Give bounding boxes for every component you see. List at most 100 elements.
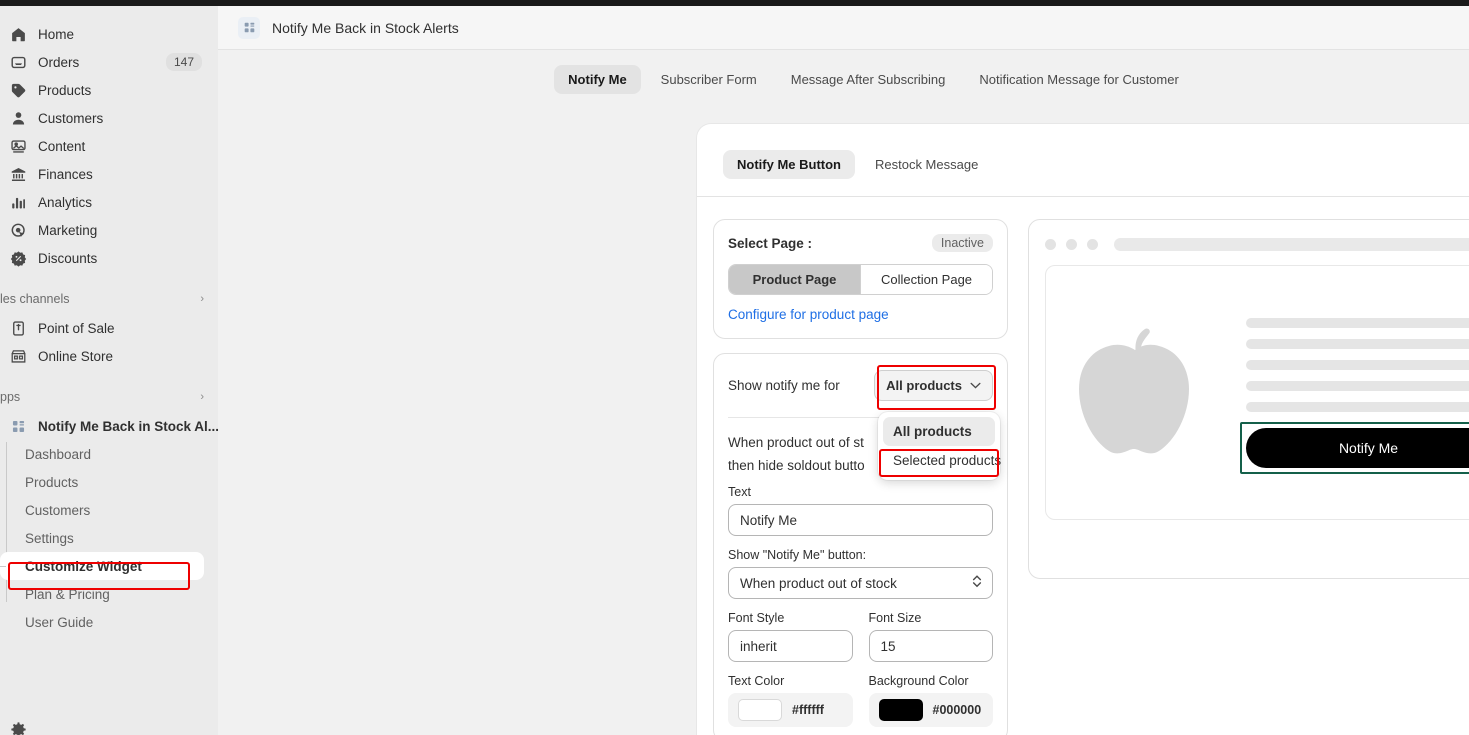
font-row: Font Style Font Size xyxy=(728,611,993,663)
skeleton-line xyxy=(1246,359,1469,370)
dropdown-value: All products xyxy=(886,378,962,393)
text-color-field[interactable]: #ffffff xyxy=(728,693,853,728)
chevron-right-icon: › xyxy=(200,293,204,305)
sidebar-item-content[interactable]: Content xyxy=(0,132,210,160)
subtab-notify-me-button[interactable]: Notify Me Button xyxy=(723,150,855,179)
configure-product-page-link[interactable]: Configure for product page xyxy=(728,307,993,322)
text-field-group: Text xyxy=(728,485,993,537)
sidebar-item-discounts[interactable]: Discounts xyxy=(0,244,210,272)
preview-product-page: Notify Me xyxy=(1045,265,1469,520)
main-content: Notify Me Back in Stock Alerts Notify Me… xyxy=(218,6,1469,735)
sidebar-item-label: Analytics xyxy=(38,194,93,210)
subtab-restock-message[interactable]: Restock Message xyxy=(861,150,992,179)
online-store-icon xyxy=(8,346,28,366)
sidebar-item-app-settings[interactable]: Settings xyxy=(0,524,204,552)
show-button-select[interactable] xyxy=(728,567,993,600)
sidebar-item-point-of-sale[interactable]: Point of Sale xyxy=(0,314,210,342)
sidebar-item-plan-pricing[interactable]: Plan & Pricing xyxy=(0,580,204,608)
font-size-input[interactable] xyxy=(868,630,993,663)
chevron-down-icon xyxy=(970,380,981,392)
gear-icon xyxy=(8,719,28,735)
sidebar-item-settings-partial[interactable] xyxy=(8,715,38,735)
apple-icon xyxy=(1064,321,1206,464)
sidebar-item-dashboard[interactable]: Dashboard xyxy=(0,440,204,468)
text-color-label: Text Color xyxy=(728,674,785,689)
sidebar-item-label: Products xyxy=(38,82,92,98)
browser-url-bar-mock xyxy=(1114,238,1469,251)
browser-dot-icon xyxy=(1045,239,1056,250)
sidebar-item-label: Finances xyxy=(38,166,93,182)
font-style-label: Font Style xyxy=(728,611,785,626)
text-field-label: Text xyxy=(728,485,751,500)
app-logo-icon xyxy=(238,16,260,39)
sidebar-item-products[interactable]: Products xyxy=(0,76,210,104)
card-body: Select Page : Inactive Product Page Coll… xyxy=(697,197,1469,735)
point-of-sale-icon xyxy=(8,318,28,338)
background-color-swatch[interactable] xyxy=(878,699,923,722)
page-type-segmented-control: Product Page Collection Page xyxy=(728,264,993,295)
sidebar-item-user-guide[interactable]: User Guide xyxy=(0,608,204,636)
sidebar-item-label: Orders xyxy=(38,54,80,70)
show-button-label: Show "Notify Me" button: xyxy=(728,548,867,563)
sidebar-app-submenu: Dashboard Products Customers Settings Cu… xyxy=(0,440,218,636)
sidebar-item-label: Content xyxy=(38,138,86,154)
browser-chrome-mock xyxy=(1045,238,1469,251)
font-size-group: Font Size xyxy=(868,611,993,663)
sidebar-item-label: Customers xyxy=(38,110,104,126)
page-title: Notify Me Back in Stock Alerts xyxy=(272,19,459,36)
select-page-header: Select Page : Inactive xyxy=(728,234,993,252)
background-color-label: Background Color xyxy=(868,674,969,689)
preview-notify-me-button[interactable]: Notify Me xyxy=(1246,427,1469,468)
sidebar-item-notify-me-app[interactable]: Notify Me Back in Stock Al... xyxy=(0,412,218,440)
sidebar-item-label: Marketing xyxy=(38,222,98,238)
product-info-skeleton: Notify Me xyxy=(1240,317,1469,474)
segment-collection-page[interactable]: Collection Page xyxy=(860,265,992,294)
app-icon xyxy=(8,416,28,436)
text-input[interactable] xyxy=(728,504,993,537)
sidebar-item-online-store[interactable]: Online Store xyxy=(0,342,210,370)
font-style-group: Font Style xyxy=(728,611,853,663)
product-image-placeholder xyxy=(1064,321,1206,464)
background-color-field[interactable]: #000000 xyxy=(868,693,993,728)
sidebar-item-label: Notify Me Back in Stock Al... xyxy=(38,418,218,434)
sidebar-item-customers[interactable]: Customers xyxy=(0,104,210,132)
sidebar-item-label: Settings xyxy=(25,530,74,546)
app-root: Home Orders 147 Products Customers Conte… xyxy=(0,0,1469,735)
bar-chart-icon xyxy=(8,192,28,212)
select-page-panel: Select Page : Inactive Product Page Coll… xyxy=(713,219,1008,339)
font-style-input[interactable] xyxy=(728,630,853,663)
tab-message-after-subscribing[interactable]: Message After Subscribing xyxy=(777,65,960,94)
sidebar-item-customize-widget[interactable]: Customize Widget xyxy=(0,552,204,580)
popover-option-all-products[interactable]: All products xyxy=(883,417,995,446)
tab-subscriber-form[interactable]: Subscriber Form xyxy=(647,65,771,94)
sidebar-item-app-products[interactable]: Products xyxy=(0,468,204,496)
tag-icon xyxy=(8,80,28,100)
background-color-value: #000000 xyxy=(932,703,982,718)
widget-preview: Notify Me xyxy=(1028,219,1469,579)
text-color-group: Text Color #ffffff xyxy=(728,674,853,728)
sidebar-item-marketing[interactable]: Marketing xyxy=(0,216,210,244)
sidebar-item-label: Plan & Pricing xyxy=(25,586,110,602)
skeleton-line xyxy=(1246,338,1469,349)
orders-count-badge: 147 xyxy=(165,53,202,71)
sidebar-item-app-customers[interactable]: Customers xyxy=(0,496,204,524)
sidebar-item-home[interactable]: Home xyxy=(0,20,210,48)
sidebar-group-apps[interactable]: pps › xyxy=(0,384,218,410)
status-badge: Inactive xyxy=(931,234,993,252)
sidebar-item-label: Discounts xyxy=(38,250,98,266)
sidebar-group-sales-channels[interactable]: les channels › xyxy=(0,286,218,312)
tab-notification-message-for-customer[interactable]: Notification Message for Customer xyxy=(965,65,1192,94)
chevron-right-icon: › xyxy=(200,391,204,403)
sidebar-item-orders[interactable]: Orders 147 xyxy=(0,48,210,76)
preview-column: Notify Me xyxy=(1028,219,1469,735)
home-icon xyxy=(8,24,28,44)
segment-product-page[interactable]: Product Page xyxy=(729,265,860,294)
sidebar-item-label: Customers xyxy=(25,502,91,518)
text-color-swatch[interactable] xyxy=(738,699,782,722)
show-notify-me-for-dropdown[interactable]: All products xyxy=(874,370,993,401)
popover-option-selected-products[interactable]: Selected products xyxy=(883,446,1001,475)
tab-notify-me[interactable]: Notify Me xyxy=(554,64,641,94)
preview-notify-button-wrap: Notify Me xyxy=(1240,421,1469,474)
sidebar-item-finances[interactable]: Finances xyxy=(0,160,210,188)
sidebar-item-analytics[interactable]: Analytics xyxy=(0,188,210,216)
